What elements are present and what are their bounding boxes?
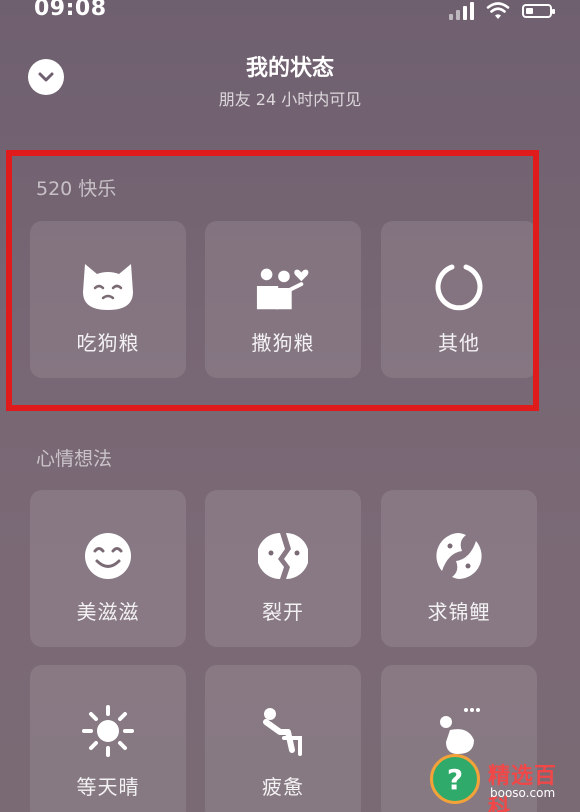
status-option-label: 求锦鲤 xyxy=(427,600,491,624)
status-option-waiting-sunny[interactable]: 等天晴 xyxy=(30,665,186,812)
status-option-label: 撒狗粮 xyxy=(251,331,315,355)
page-subtitle: 朋友 24 小时内可见 xyxy=(218,90,362,109)
slouching-person-icon xyxy=(255,703,311,759)
couple-heart-icon xyxy=(255,259,311,315)
ring-icon xyxy=(431,259,487,315)
status-option-koi[interactable]: 求锦鲤 xyxy=(381,490,537,647)
status-option-other[interactable]: 其他 xyxy=(381,221,537,378)
status-bar: 09:08 xyxy=(0,0,580,30)
koi-icon xyxy=(431,528,487,584)
status-option-label: 等天晴 xyxy=(76,775,140,799)
wifi-icon xyxy=(486,2,510,19)
status-option-eat-dog-food[interactable]: 吃狗粮 xyxy=(30,221,186,378)
cracked-face-icon xyxy=(255,528,311,584)
status-time: 09:08 xyxy=(34,0,107,21)
status-option-label: 疲惫 xyxy=(262,775,304,799)
status-option-label: 美滋滋 xyxy=(76,600,140,624)
status-option-cracked[interactable]: 裂开 xyxy=(205,490,361,647)
smile-icon xyxy=(80,528,136,584)
section-title-mood: 心情想法 xyxy=(36,448,113,470)
watermark: ? 精选百科 booso.com xyxy=(428,748,578,812)
sun-icon xyxy=(80,703,136,759)
cat-face-icon xyxy=(80,259,136,315)
page-title: 我的状态 xyxy=(245,56,334,81)
status-option-happy[interactable]: 美滋滋 xyxy=(30,490,186,647)
section-title-520: 520 快乐 xyxy=(36,178,117,200)
watermark-url: booso.com xyxy=(490,786,556,800)
watermark-brand: 精选百科 xyxy=(488,764,558,812)
status-icons xyxy=(449,0,555,22)
status-option-tired[interactable]: 疲惫 xyxy=(205,665,361,812)
signal-icon xyxy=(449,2,474,20)
status-option-label: 裂开 xyxy=(262,600,304,624)
watermark-logo-icon: ? xyxy=(430,754,480,804)
status-option-label: 其他 xyxy=(438,331,480,355)
status-option-label: 吃狗粮 xyxy=(76,331,140,355)
battery-icon xyxy=(522,4,555,18)
status-option-spread-dog-food[interactable]: 撒狗粮 xyxy=(205,221,361,378)
